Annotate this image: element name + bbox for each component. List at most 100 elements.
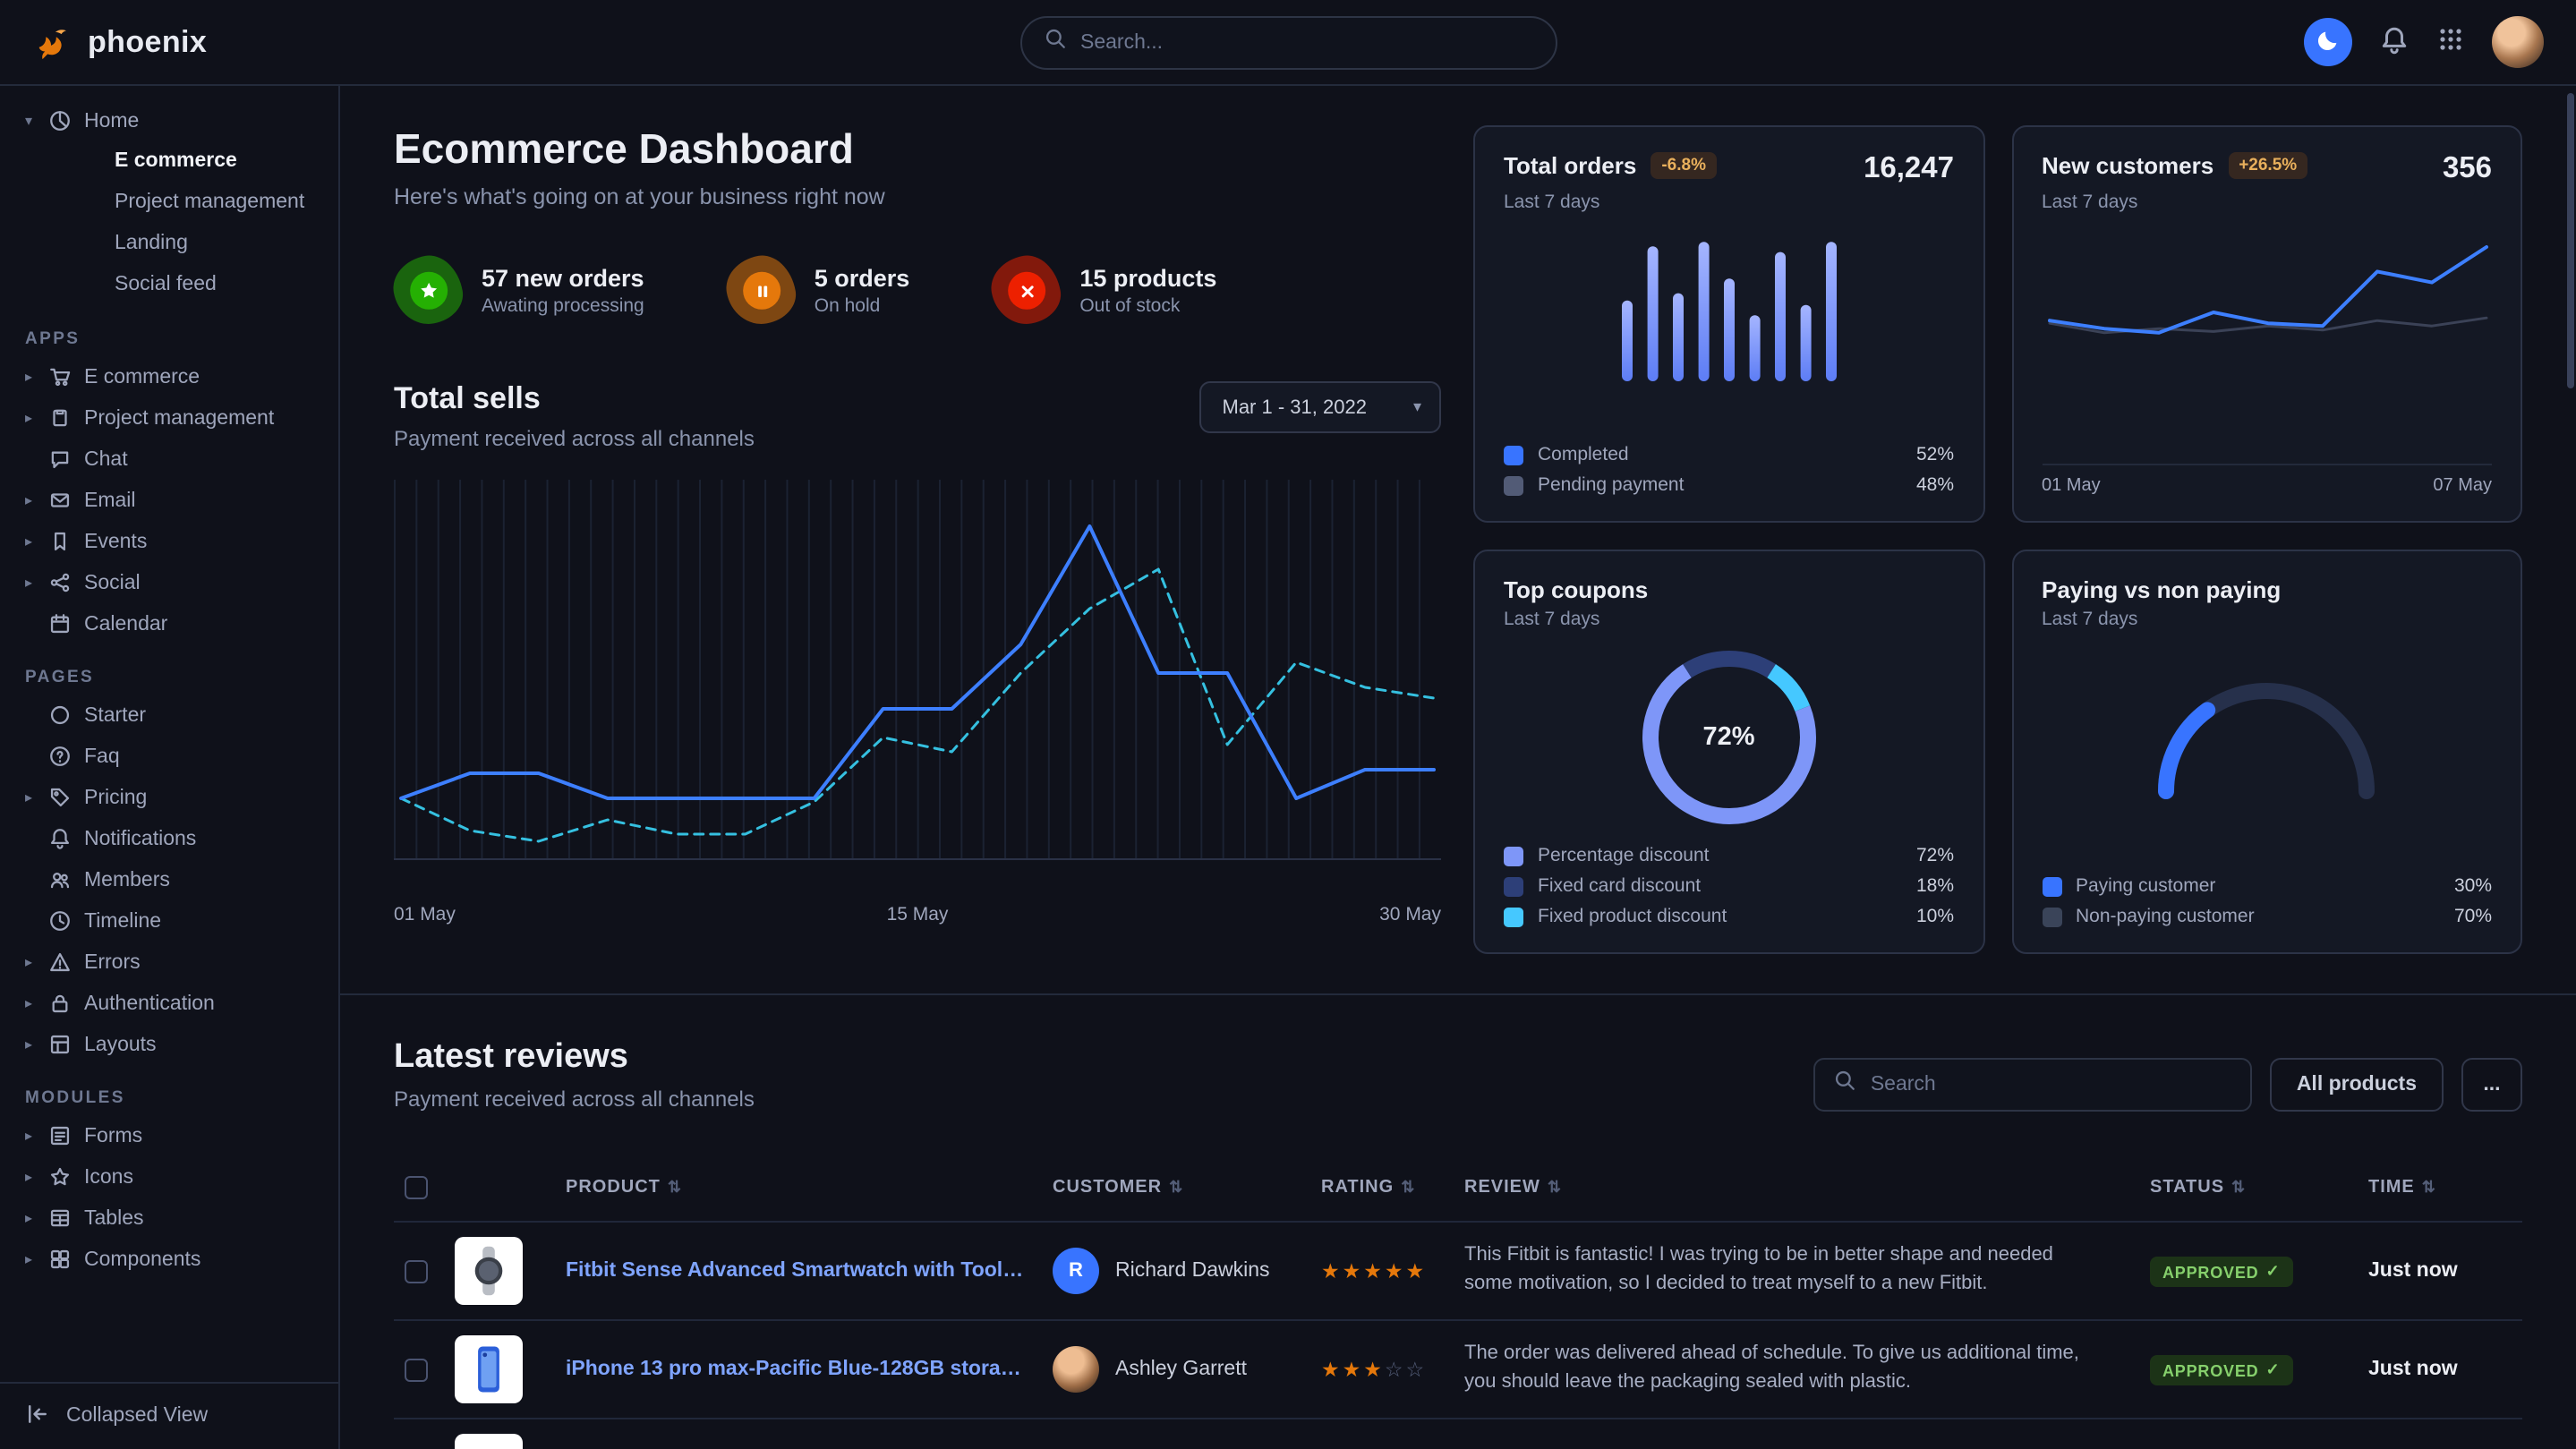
sidebar-item-faq[interactable]: Faq [0, 736, 338, 777]
paying-gauge-chart [2042, 652, 2492, 809]
sort-icon: ⇅ [668, 1178, 682, 1198]
phone-product-image [458, 1339, 519, 1400]
legend-item-percentage-discount: Percentage discount72% [1504, 845, 1954, 866]
more-options-button[interactable]: ... [2461, 1058, 2522, 1112]
sidebar-item-home[interactable]: ▾Home [0, 100, 338, 141]
column-header-time[interactable]: TIME⇅ [2368, 1178, 2522, 1198]
sidebar-subitem-social-feed[interactable]: Social feed [0, 265, 338, 306]
sidebar-item-label: Tables [84, 1207, 144, 1229]
legend-label: Paying customer [2076, 875, 2215, 897]
users-icon [48, 868, 72, 891]
select-all-checkbox[interactable] [405, 1176, 428, 1199]
x-tick: 01 May [394, 904, 456, 925]
latest-reviews-section: Latest reviews Payment received across a… [394, 995, 2522, 1449]
sidebar-item-icons[interactable]: ▸Icons [0, 1156, 338, 1198]
sidebar-item-layouts[interactable]: ▸Layouts [0, 1024, 338, 1065]
check-icon: ✓ [2265, 1361, 2280, 1381]
total-sells-chart [394, 476, 1441, 893]
sidebar-subitem-e-commerce[interactable]: E commerce [0, 141, 338, 183]
sidebar-nav: ▾HomeE commerceProject managementLanding… [0, 100, 338, 1381]
reviews-search [1813, 1058, 2252, 1112]
column-header-product[interactable]: PRODUCT⇅ [566, 1178, 1053, 1198]
sidebar-item-starter[interactable]: Starter [0, 695, 338, 736]
sidebar-item-social[interactable]: ▸Social [0, 562, 338, 603]
column-header-review[interactable]: REVIEW⇅ [1464, 1178, 2150, 1198]
sidebar-item-e-commerce[interactable]: ▸E commerce [0, 356, 338, 397]
trend-badge: +26.5% [2228, 152, 2307, 179]
sidebar-item-members[interactable]: Members [0, 859, 338, 900]
column-header-rating[interactable]: RATING⇅ [1321, 1178, 1464, 1198]
apps-grid-button[interactable] [2436, 25, 2465, 59]
product-thumbnail[interactable] [455, 1335, 523, 1403]
column-header-customer[interactable]: CUSTOMER⇅ [1053, 1178, 1321, 1198]
card-value: 16,247 [1864, 152, 1954, 186]
all-products-button[interactable]: All products [2270, 1058, 2444, 1112]
notifications-button[interactable] [2379, 24, 2410, 60]
sidebar-item-notifications[interactable]: Notifications [0, 818, 338, 859]
product-thumbnail[interactable] [455, 1434, 523, 1449]
sidebar-item-label: Chat [84, 448, 128, 470]
cart-icon [48, 365, 72, 388]
column-header-status[interactable]: STATUS⇅ [2150, 1178, 2368, 1198]
sidebar-item-label: Timeline [84, 910, 161, 932]
legend-label: Pending payment [1538, 474, 1684, 496]
chevron-right-icon: ▸ [21, 1036, 36, 1053]
legend-label: Fixed product discount [1538, 906, 1727, 927]
theme-toggle-button[interactable] [2304, 18, 2352, 66]
legend-swatch [2042, 907, 2061, 926]
sidebar-item-label: Events [84, 531, 147, 552]
customer-avatar[interactable] [1053, 1346, 1099, 1393]
chevron-right-icon: ▸ [21, 1128, 36, 1144]
user-avatar[interactable] [2492, 16, 2544, 68]
axis-left-label: 01 May [2042, 476, 2101, 496]
stat-blob [721, 251, 800, 329]
chevron-right-icon: ▸ [21, 995, 36, 1011]
sidebar-item-calendar[interactable]: Calendar [0, 603, 338, 644]
row-checkbox[interactable] [405, 1358, 428, 1381]
search-input[interactable] [1080, 31, 1533, 53]
review-text: This Fitbit is fantastic! I was trying t… [1464, 1242, 2150, 1300]
chevron-right-icon: ▸ [21, 369, 36, 385]
sidebar-item-chat[interactable]: Chat [0, 439, 338, 480]
product-thumbnail[interactable] [455, 1237, 523, 1305]
clipboard-icon [48, 406, 72, 430]
sidebar-item-events[interactable]: ▸Events [0, 521, 338, 562]
sidebar-item-project-management[interactable]: ▸Project management [0, 397, 338, 439]
total-sells-axis: 01 May15 May30 May [394, 904, 1441, 925]
scrollbar[interactable] [2567, 93, 2574, 388]
sidebar-item-label: Authentication [84, 993, 215, 1014]
brand[interactable]: phoenix [32, 21, 340, 63]
tag-icon [48, 786, 72, 809]
sidebar-item-components[interactable]: ▸Components [0, 1239, 338, 1280]
sidebar-item-forms[interactable]: ▸Forms [0, 1115, 338, 1156]
sidebar-subitem-project-management[interactable]: Project management [0, 183, 338, 224]
product-link[interactable]: iPhone 13 pro max-Pacific Blue-128GB sto… [566, 1359, 1053, 1380]
page-subtitle: Here's what's going on at your business … [394, 184, 1441, 209]
grid-icon [2436, 25, 2465, 54]
sidebar-item-pricing[interactable]: ▸Pricing [0, 777, 338, 818]
row-checkbox[interactable] [405, 1259, 428, 1283]
rating-stars: ★★★★★ [1321, 1258, 1464, 1283]
sidebar-section-label-modules: MODULES [25, 1088, 338, 1108]
collapsed-view-toggle[interactable]: Collapsed View [0, 1381, 338, 1449]
sidebar-item-authentication[interactable]: ▸ Authentication [0, 983, 338, 1024]
sidebar-item-label: Pricing [84, 787, 147, 808]
reviews-search-input[interactable] [1871, 1074, 2232, 1095]
sidebar-item-tables[interactable]: ▸Tables [0, 1198, 338, 1239]
card-period: Last 7 days [2042, 609, 2492, 630]
legend-item-fixed-card-discount: Fixed card discount18% [1504, 875, 1954, 897]
sidebar-item-timeline[interactable]: Timeline [0, 900, 338, 942]
sidebar-item-email[interactable]: ▸Email [0, 480, 338, 521]
brand-name: phoenix [88, 24, 207, 60]
sidebar-item-errors[interactable]: ▸Errors [0, 942, 338, 983]
reviews-subtitle: Payment received across all channels [394, 1087, 755, 1112]
product-link[interactable]: Fitbit Sense Advanced Smartwatch with To… [566, 1260, 1053, 1282]
card-period: Last 7 days [1504, 192, 1954, 213]
customer-avatar[interactable]: R [1053, 1248, 1099, 1294]
main-content: Ecommerce Dashboard Here's what's going … [340, 86, 2576, 1449]
legend-swatch [1504, 876, 1523, 896]
date-range-select[interactable]: Mar 1 - 31, 2022 ▾ [1199, 381, 1442, 433]
question-icon [48, 745, 72, 768]
sidebar-subitem-landing[interactable]: Landing [0, 224, 338, 265]
sidebar-item-label: Home [84, 110, 139, 132]
